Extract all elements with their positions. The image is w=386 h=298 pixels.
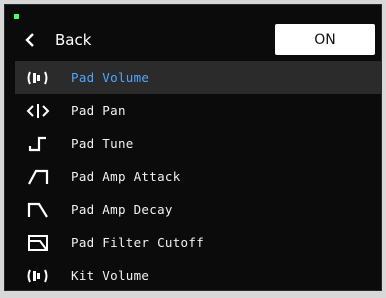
back-button[interactable]: Back: [25, 25, 91, 55]
on-toggle-button[interactable]: ON: [275, 24, 375, 55]
chevron-left-icon: [25, 33, 35, 47]
tune-icon: [23, 133, 53, 155]
list-item-label: Pad Tune: [71, 136, 134, 151]
parameter-list: Pad Volume Pad Pan Pad Tune Pad Amp Atta…: [15, 61, 381, 290]
list-item-kit-volume[interactable]: Kit Volume: [15, 259, 381, 290]
list-item-pad-pan[interactable]: Pad Pan: [15, 94, 381, 127]
list-item-label: Pad Volume: [71, 70, 150, 85]
filter-cutoff-icon: [23, 232, 53, 254]
device-screen: Back ON Pad Volume Pad Pan Pad Tune Pad …: [4, 4, 382, 291]
amp-attack-icon: [23, 166, 53, 188]
list-item-label: Kit Volume: [71, 268, 150, 283]
pan-icon: [23, 100, 53, 122]
list-item-label: Pad Amp Decay: [71, 202, 173, 217]
list-item-label: Pad Filter Cutoff: [71, 235, 205, 250]
header: Back ON: [5, 19, 381, 59]
list-item-pad-filter-cutoff[interactable]: Pad Filter Cutoff: [15, 226, 381, 259]
list-item-pad-amp-decay[interactable]: Pad Amp Decay: [15, 193, 381, 226]
list-item-pad-amp-attack[interactable]: Pad Amp Attack: [15, 160, 381, 193]
back-label: Back: [55, 31, 92, 49]
list-item-pad-volume[interactable]: Pad Volume: [15, 61, 381, 94]
volume-icon: [23, 67, 53, 89]
list-item-label: Pad Pan: [71, 103, 126, 118]
list-item-label: Pad Amp Attack: [71, 169, 181, 184]
volume-icon: [23, 265, 53, 287]
device-frame: Back ON Pad Volume Pad Pan Pad Tune Pad …: [0, 0, 386, 298]
list-item-pad-tune[interactable]: Pad Tune: [15, 127, 381, 160]
amp-decay-icon: [23, 199, 53, 221]
